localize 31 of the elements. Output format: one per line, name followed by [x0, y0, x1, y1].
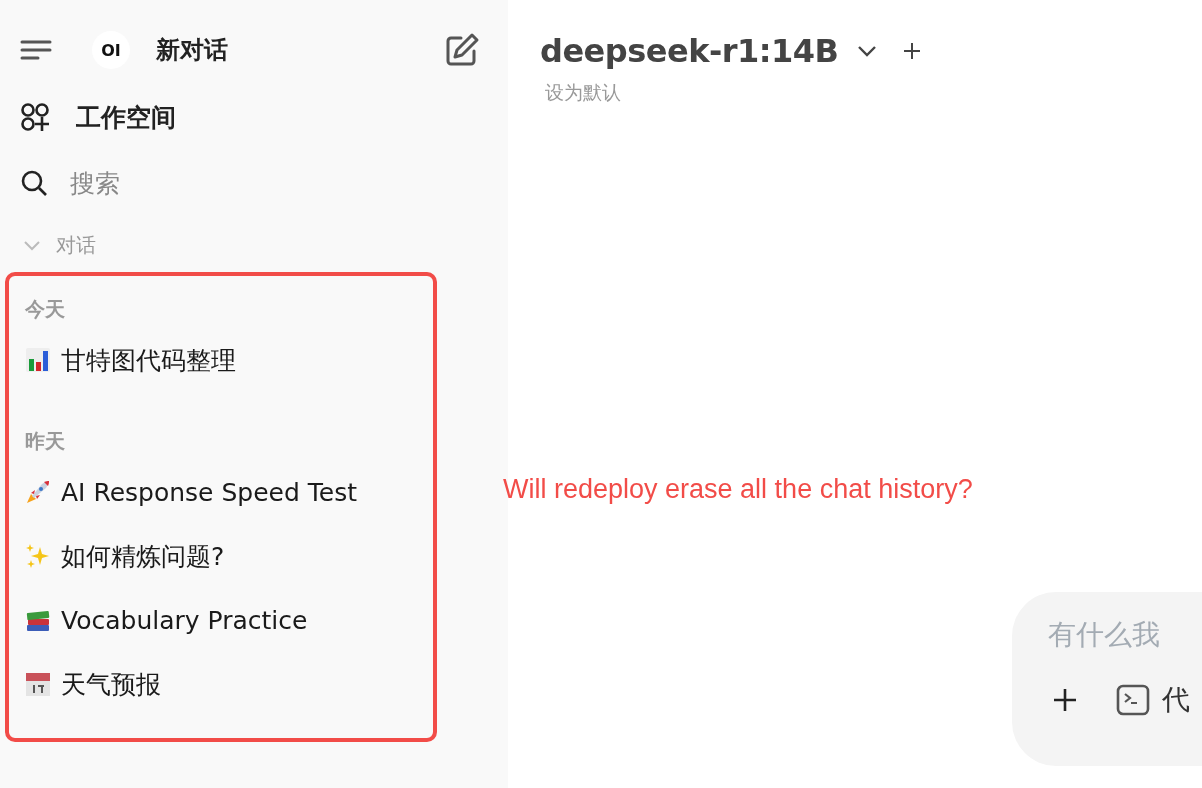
chat-item[interactable]: 甘特图代码整理: [25, 328, 433, 392]
terminal-icon: [1116, 684, 1150, 716]
chevron-icon: [22, 238, 42, 252]
code-tool-button[interactable]: 代: [1116, 681, 1190, 719]
chat-item[interactable]: 天气预报: [25, 652, 433, 716]
model-selector[interactable]: deepseek-r1:14B: [540, 32, 839, 70]
chat-input[interactable]: 有什么我 代: [1012, 592, 1202, 766]
chevron-down-icon[interactable]: [856, 45, 877, 57]
calendar-icon: [25, 671, 51, 697]
rocket-icon: [25, 479, 51, 505]
chat-title: AI Response Speed Test: [61, 477, 357, 507]
apps-icon: [20, 102, 50, 132]
chat-item[interactable]: Vocabulary Practice: [25, 588, 433, 652]
group-label: 今天: [25, 296, 66, 323]
annotation-text: Will redeploy erase all the chat history?: [503, 474, 973, 505]
bar-chart-icon: [25, 347, 51, 373]
chat-title: Vocabulary Practice: [61, 605, 308, 635]
nav-item[interactable]: 工作空间: [0, 84, 508, 150]
chat-item[interactable]: AI Response Speed Test: [25, 460, 433, 524]
plus-icon[interactable]: [902, 42, 921, 60]
chat-item[interactable]: 如何精炼问题?: [25, 524, 433, 588]
chat-title: 甘特图代码整理: [61, 344, 236, 377]
edit-icon[interactable]: [444, 32, 480, 68]
chat-title: 天气预报: [61, 668, 161, 701]
menu-icon[interactable]: [20, 39, 52, 61]
search-icon: [20, 169, 48, 197]
chat-title: 如何精炼问题?: [61, 540, 225, 573]
group-label: 昨天: [25, 428, 66, 455]
new-chat-link[interactable]: 新对话: [156, 34, 228, 66]
plus-icon[interactable]: [1052, 687, 1078, 713]
logo: OI: [92, 31, 130, 69]
